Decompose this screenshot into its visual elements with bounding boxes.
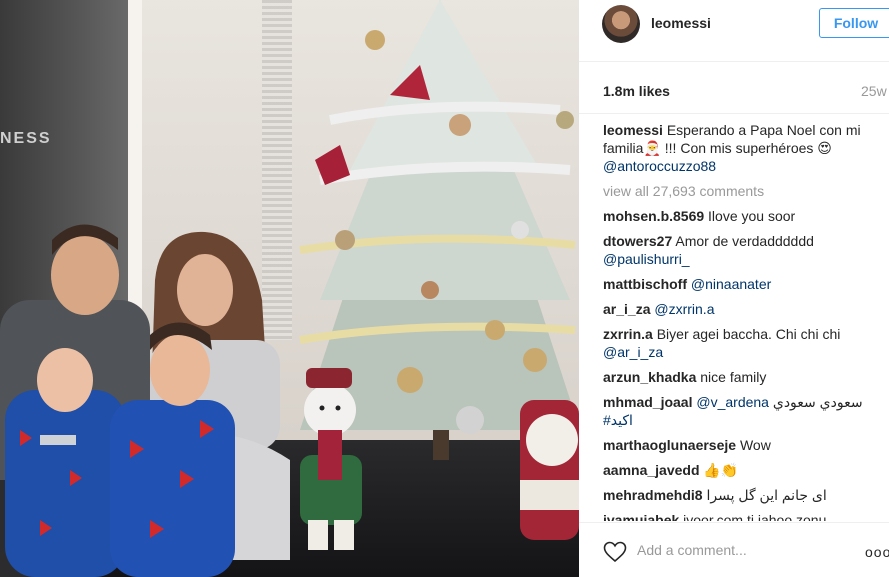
more-options-icon[interactable]: ooo xyxy=(865,544,889,560)
comment-mention[interactable]: @ninaanater xyxy=(691,276,771,292)
comment-mention[interactable]: @ar_i_za xyxy=(603,344,663,360)
comment-mention[interactable]: @paulishurri_ xyxy=(603,251,690,267)
post-stats: 1.8m likes 25w xyxy=(579,62,889,114)
comment-username[interactable]: zxrrin.a xyxy=(603,326,653,342)
likes-count[interactable]: 1.8m likes xyxy=(603,83,670,99)
santa-decoration xyxy=(520,400,579,540)
post-username[interactable]: leomessi xyxy=(651,15,711,31)
comment-username[interactable]: mhmad_joaal xyxy=(603,394,692,410)
comment-text: ای جانم این گل پسرا xyxy=(706,487,827,503)
comment-item: marthaoglunaerseje Wow xyxy=(603,436,889,454)
comment-username[interactable]: arzun_khadka xyxy=(603,369,696,385)
caption-mention[interactable]: @antoroccuzzo88 xyxy=(603,158,716,174)
comment-text: Biyer agei baccha. Chi chi chi xyxy=(656,326,841,342)
post-header: leomessi Follow xyxy=(579,0,889,62)
comment-text: Amor de verdadddddd xyxy=(675,233,814,249)
comment-item: dtowers27 Amor de verdadddddd @paulishur… xyxy=(603,232,889,268)
avatar[interactable] xyxy=(602,5,640,43)
comment-item: zxrrin.a Biyer agei baccha. Chi chi chi … xyxy=(603,325,889,361)
comment-item: mattbischoff @ninaanater xyxy=(603,275,889,293)
comment-username[interactable]: ar_i_za xyxy=(603,301,650,317)
comment-item-partial: jvamuiabek ivoor.com ti jahoo zonu xyxy=(603,511,889,521)
comment-item: mohsen.b.8569 Ilove you soor xyxy=(603,207,889,225)
comment-username[interactable]: mattbischoff xyxy=(603,276,687,292)
comment-text: 👍👏 xyxy=(703,462,739,478)
add-comment-input[interactable]: Add a comment... xyxy=(637,542,747,558)
heart-outline-icon[interactable] xyxy=(603,541,627,563)
comment-hashtag[interactable]: #اكيد xyxy=(603,412,633,428)
photo-scene xyxy=(0,0,579,577)
comment-item: mehradmehdi8 ای جانم این گل پسرا xyxy=(603,486,889,504)
comment-text: Ilove you soor xyxy=(708,208,796,224)
post-timestamp[interactable]: 25w xyxy=(861,83,887,99)
comment-item: mhmad_joaal @v_ardena سعودي سعودي #اكيد xyxy=(603,393,889,429)
comments-list[interactable]: leomessi Esperando a Papa Noel con mi fa… xyxy=(603,121,889,521)
caption: leomessi Esperando a Papa Noel con mi fa… xyxy=(603,121,889,175)
view-all-comments-link[interactable]: view all 27,693 comments xyxy=(603,182,889,200)
caption-username[interactable]: leomessi xyxy=(603,122,663,138)
post-photo[interactable]: NESS xyxy=(0,0,579,577)
comment-username[interactable]: jvamuiabek xyxy=(603,512,679,521)
comment-username[interactable]: mehradmehdi8 xyxy=(603,487,703,503)
comment-username[interactable]: dtowers27 xyxy=(603,233,672,249)
comment-mention[interactable]: @zxrrin.a xyxy=(654,301,714,317)
comment-item: ar_i_za @zxrrin.a xyxy=(603,300,889,318)
comment-username[interactable]: aamna_javedd xyxy=(603,462,700,478)
comment-text: سعودي سعودي xyxy=(772,394,863,410)
comment-username[interactable]: mohsen.b.8569 xyxy=(603,208,704,224)
post-details-panel: leomessi Follow 1.8m likes 25w leomessi … xyxy=(579,0,889,577)
comment-item: aamna_javedd 👍👏 xyxy=(603,461,889,479)
comment-text: nice family xyxy=(700,369,767,385)
comment-username[interactable]: marthaoglunaerseje xyxy=(603,437,736,453)
comment-item: arzun_khadka nice family xyxy=(603,368,889,386)
follow-button[interactable]: Follow xyxy=(819,8,889,38)
comment-text: Wow xyxy=(739,437,771,453)
comment-text: ivoor.com ti jahoo zonu xyxy=(683,512,827,521)
comment-bar: Add a comment... ooo xyxy=(579,522,889,577)
comment-mention[interactable]: @v_ardena xyxy=(696,394,769,410)
